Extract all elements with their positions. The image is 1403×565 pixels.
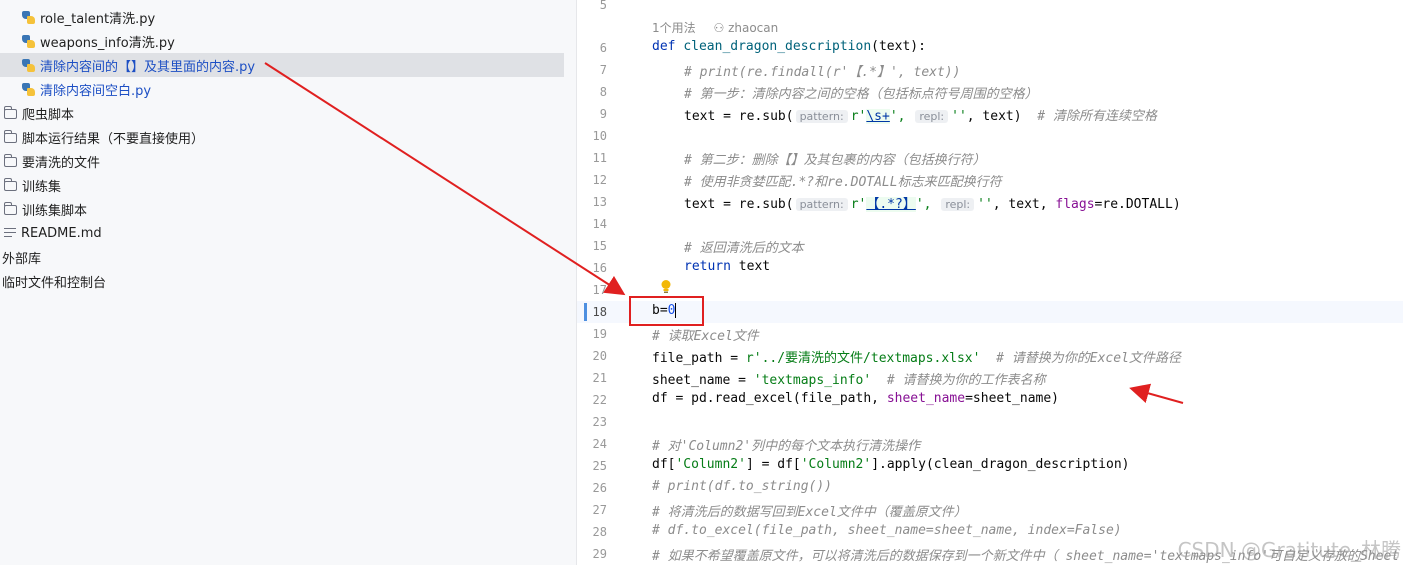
watermark: CSDN @Gratitute_林腾 bbox=[1177, 538, 1401, 562]
annotation-arrow bbox=[264, 62, 626, 296]
annotation-arrow bbox=[1129, 383, 1184, 404]
annotation-arrows bbox=[264, 62, 1184, 404]
